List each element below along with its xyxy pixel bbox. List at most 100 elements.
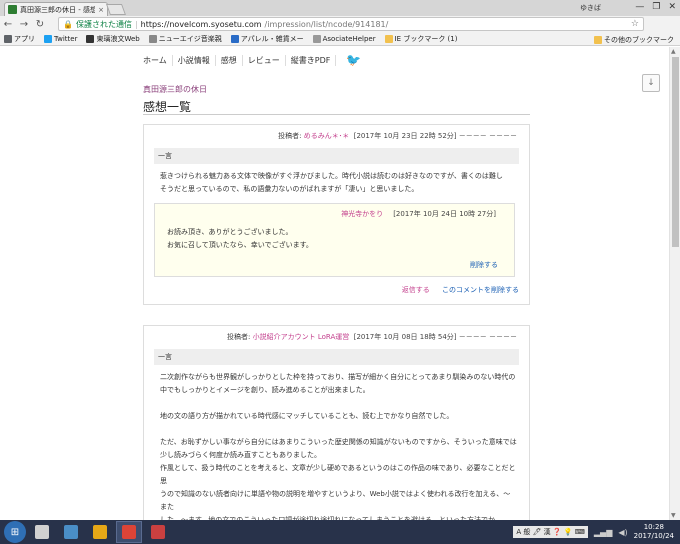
comment-body: 惹きつけられる魅力ある文体で映像がすぐ浮かびました。時代小説は読むのは好きなので… (160, 170, 517, 196)
bookmark-icon (86, 34, 95, 43)
bookmark-label: 東璃浪文Web (96, 34, 140, 43)
comment-header: 投稿者: 小説紹介アカウント LoRA運営 [2017年 10月 08日 18時… (144, 326, 529, 342)
reply-body: お読み頂き、ありがとうございました。 お気に召して頂いたなら、幸いでございます。 (167, 226, 313, 252)
tab-close-icon[interactable]: × (98, 6, 104, 14)
bookmark-item[interactable]: IE ブックマーク (1) (384, 34, 458, 44)
comment-card: 投稿者: めるみん＊･＊ [2017年 10月 23日 22時 52分] －－－… (143, 124, 530, 305)
reply-line: お気に召して頂いたなら、幸いでございます。 (167, 241, 313, 249)
bookmarks-bar: アプリ Twitter 東璃浪文Web ニューエイジ音楽親 アパレル・雑貨メー Asoci… (0, 32, 680, 46)
network-icon[interactable]: ▂▄▆ (594, 528, 612, 537)
bookmark-item[interactable]: ニューエイジ音楽親 (148, 34, 222, 44)
taskbar-app-button[interactable] (58, 521, 84, 543)
taskbar-clock[interactable]: 10:28 2017/10/24 (634, 523, 674, 541)
bookmark-icon (384, 34, 393, 43)
minimize-button[interactable]: — (635, 2, 644, 12)
profile-name[interactable]: ゆきば (580, 3, 601, 13)
window-controls: — ❐ ✕ (635, 2, 676, 12)
comment-line: 地の文の語り方が描かれている時代感にマッチしていることも、読む上でかなり自然でし… (160, 412, 454, 420)
poster-name-link[interactable]: めるみん＊･＊ (304, 132, 350, 140)
bookmark-item[interactable]: AsociateHelper (312, 34, 376, 43)
bookmark-label: ニューエイジ音楽親 (158, 34, 222, 43)
poster-prefix: 投稿者: (278, 132, 304, 140)
comment-line: そうだと思っているので、私の語彙力ないのがばれますが「凄い」と思いました。 (160, 185, 419, 193)
delete-reply-link[interactable]: 削除する (470, 260, 498, 270)
start-button[interactable]: ⊞ (4, 521, 26, 543)
novel-title-link[interactable]: 真田源三郎の休日 (143, 84, 207, 95)
vertical-scrollbar[interactable]: ▲ ▼ (669, 47, 680, 520)
app-icon (93, 525, 107, 539)
comment-date: [2017年 10月 23日 22時 52分] (353, 132, 457, 140)
reload-icon[interactable]: ↻ (32, 19, 48, 30)
taskbar-app-button[interactable] (87, 521, 113, 543)
address-bar[interactable]: 🔒 保護された通信 | https://novelcom.syosetu.com… (58, 17, 644, 31)
site-nav-item[interactable]: 縦書きPDF (286, 54, 337, 66)
site-nav-item[interactable]: レビュー (243, 54, 286, 66)
browser-tab[interactable]: 真田源三郎の休日 - 感想 × (4, 2, 108, 16)
forward-arrow-icon[interactable]: → (16, 19, 32, 30)
security-label: 保護された通信 (75, 19, 132, 29)
comment-body: 二次創作ながらも世界観がしっかりとした枠を持っており、描写が細かく自分にとってあ… (160, 371, 517, 520)
site-nav-item[interactable]: 小説情報 (173, 54, 216, 66)
volume-icon[interactable]: ◀) (618, 528, 627, 537)
lock-icon: 🔒 (63, 19, 73, 29)
new-tab-button[interactable] (105, 4, 127, 15)
maximize-button[interactable]: ❐ (652, 2, 660, 12)
tab-strip: 真田源三郎の休日 - 感想 × ゆきば — ❐ ✕ (0, 0, 680, 16)
site-nav: ホーム 小説情報 感想 レビュー 縦書きPDF 🐦 (143, 51, 361, 69)
comment-actions: 返信する このコメントを削除する (144, 277, 529, 301)
comment-line: 少し読みづらく何度か読み直すこともありました。 (160, 451, 321, 459)
comment-line: 二次創作ながらも世界観がしっかりとした枠を持っており、描写が細かく自分にとってあ… (160, 373, 516, 381)
scroll-down-icon[interactable]: ▼ (671, 512, 676, 519)
reply-author-link[interactable]: 神光寺かをり (341, 210, 383, 218)
comment-dashes: －－－－ －－－－ (458, 132, 517, 140)
url-path: /impression/list/ncode/914181/ (264, 19, 389, 29)
site-nav-item[interactable]: 感想 (216, 54, 243, 66)
reply-link[interactable]: 返信する (402, 286, 430, 294)
scroll-to-top-button[interactable]: ↓ (642, 74, 660, 92)
close-window-button[interactable]: ✕ (668, 2, 676, 12)
comment-header: 投稿者: めるみん＊･＊ [2017年 10月 23日 22時 52分] －－－… (144, 125, 529, 141)
bookmark-label: IE ブックマーク (1) (394, 34, 458, 43)
taskbar-app-button[interactable] (29, 521, 55, 543)
app-icon (151, 525, 165, 539)
taskbar-app-button[interactable] (145, 521, 171, 543)
system-tray: A 般 🖊 漢 ❓ 💡 ⌨ ▂▄▆ ◀) 10:28 2017/10/24 (513, 523, 674, 541)
delete-comment-link[interactable]: このコメントを削除する (442, 286, 519, 294)
bookmark-item[interactable]: アパレル・雑貨メー (230, 34, 304, 44)
twitter-bird-icon[interactable]: 🐦 (346, 53, 361, 67)
url-host: https://novelcom.syosetu.com (140, 19, 262, 29)
ime-toolbar[interactable]: A 般 🖊 漢 ❓ 💡 ⌨ (513, 526, 588, 538)
comment-line: ただ、お恥ずかしい事ながら自分にはあまりこういった歴史関係の知識がないものですか… (160, 438, 517, 446)
back-arrow-icon[interactable]: ← (0, 19, 16, 30)
bookmark-icon (44, 34, 52, 43)
folder-icon (594, 36, 602, 44)
bookmark-icon (148, 34, 157, 43)
site-nav-item[interactable]: ホーム (143, 54, 173, 66)
poster-name-link[interactable]: 小説紹介アカウント LoRA運営 (253, 333, 350, 341)
reply-header: 神光寺かをり [2017年 10月 24日 10時 27分] (341, 209, 496, 219)
bookmark-item[interactable]: 東璃浪文Web (86, 34, 140, 44)
app-icon (64, 525, 78, 539)
scrollbar-thumb[interactable] (672, 57, 679, 247)
clock-date: 2017/10/24 (633, 532, 674, 540)
page-title: 感想一覧 (143, 100, 192, 114)
bookmark-label: アパレル・雑貨メー (240, 34, 304, 43)
author-reply: 神光寺かをり [2017年 10月 24日 10時 27分] お読み頂き、ありがと… (154, 203, 515, 277)
title-divider (143, 114, 530, 115)
section-label: 一言 (154, 148, 519, 164)
bookmark-item[interactable]: アプリ (4, 34, 35, 44)
taskbar-app-button[interactable] (116, 521, 142, 543)
comment-line: うので知識のない読者向けに単語や物の説明を増やすというより、Web小説ではよく使… (160, 490, 511, 511)
site-favicon-icon (8, 5, 17, 14)
other-bookmarks-folder[interactable]: その他のブックマーク (594, 35, 674, 45)
bookmark-star-icon[interactable]: ☆ (631, 19, 639, 29)
comment-line: 中でもしっかりとイメージを創り、読み進めることが出来ました。 (160, 386, 370, 394)
poster-prefix: 投稿者: (227, 333, 253, 341)
app-icon (35, 525, 49, 539)
bookmark-label: アプリ (14, 34, 35, 43)
other-bookmarks-label: その他のブックマーク (604, 36, 674, 44)
bookmark-item[interactable]: Twitter (44, 34, 77, 43)
address-divider: | (134, 19, 138, 29)
scroll-up-icon[interactable]: ▲ (671, 48, 676, 55)
